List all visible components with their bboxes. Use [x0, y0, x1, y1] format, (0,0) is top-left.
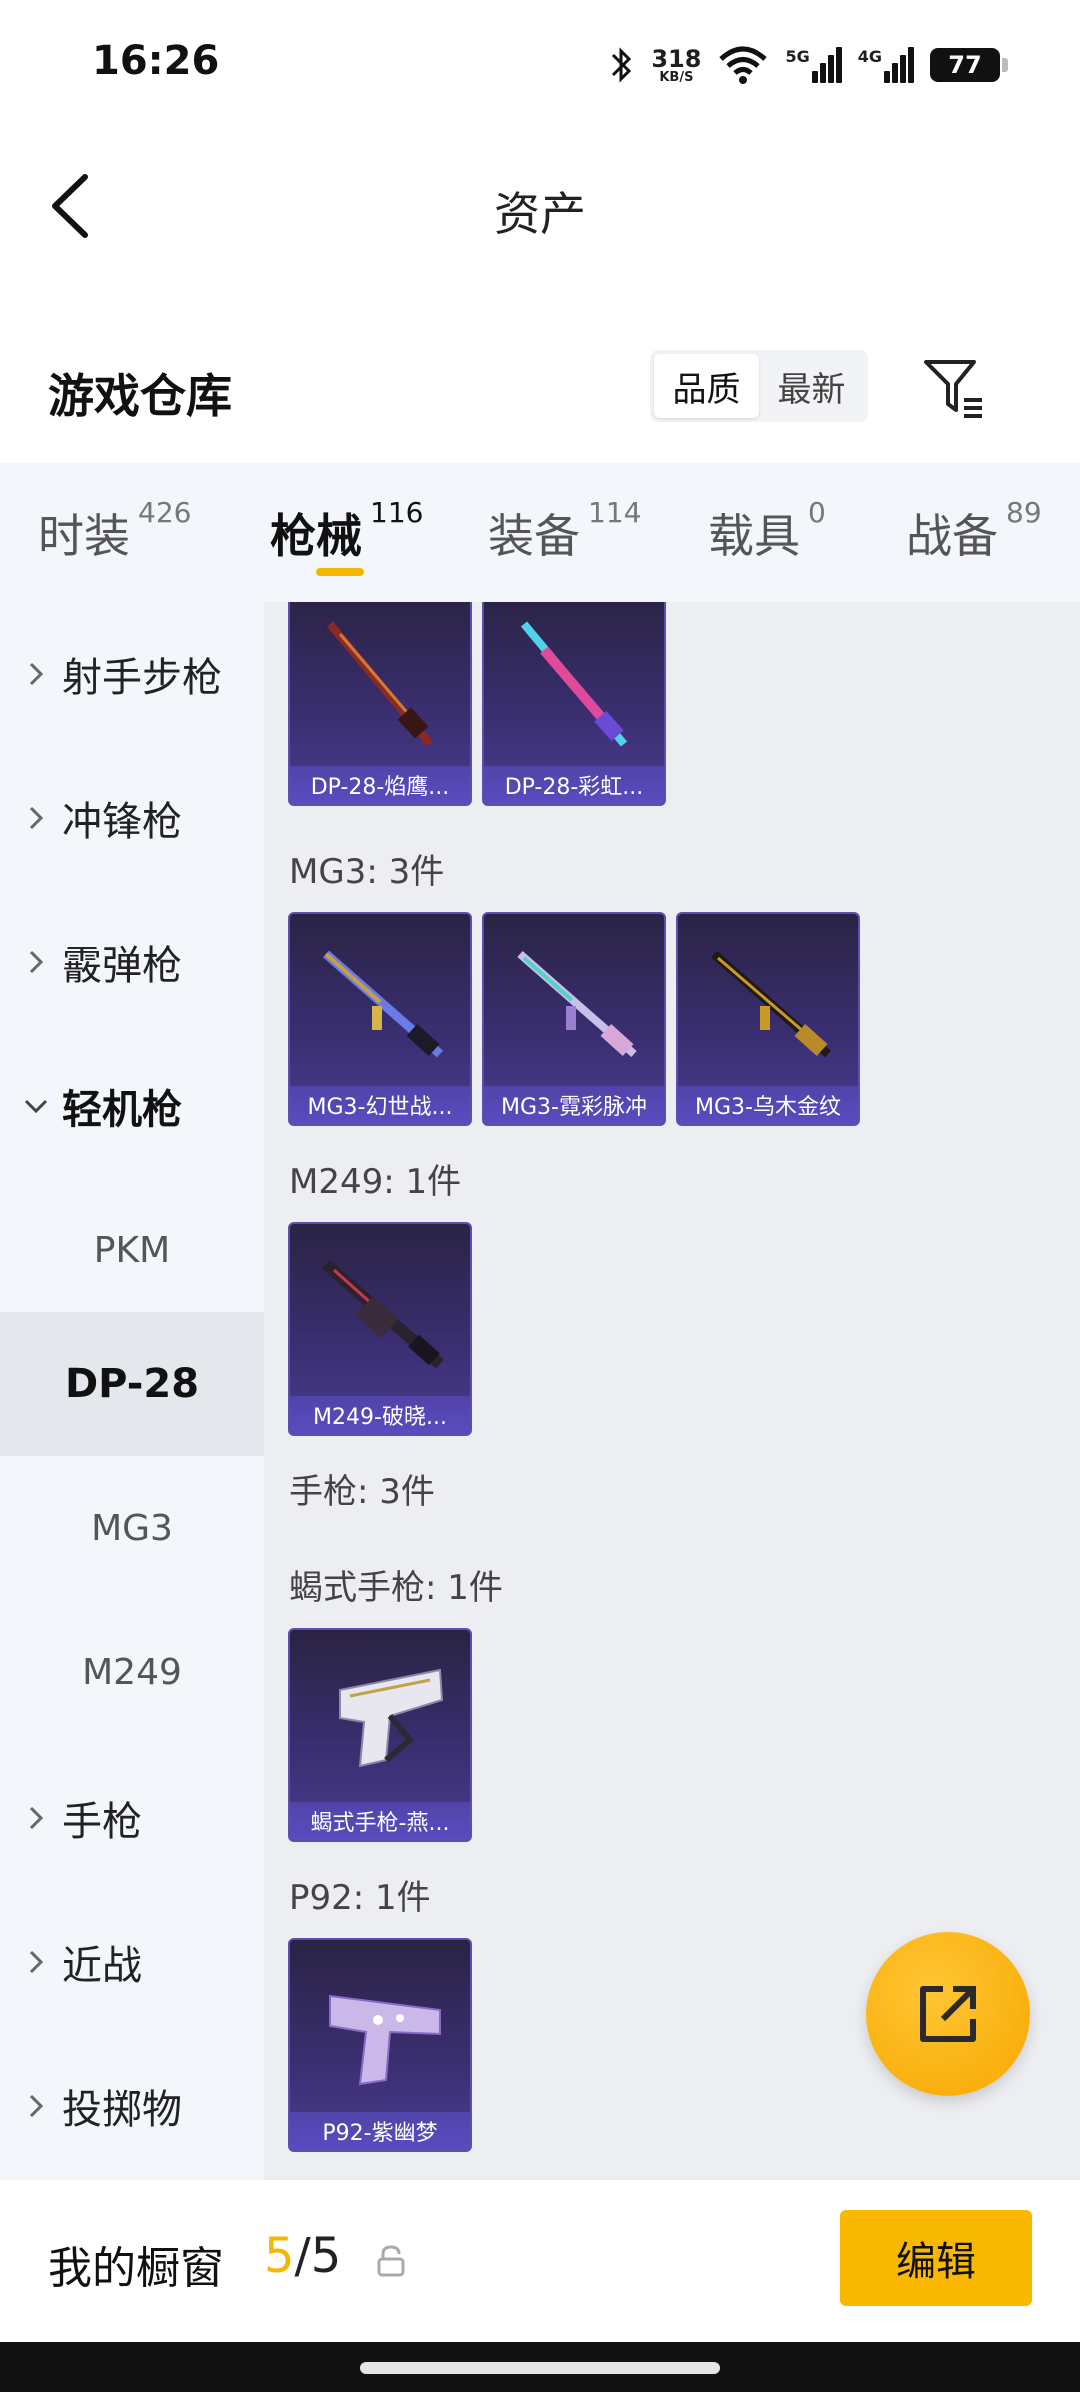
tab-supplies[interactable]: 战备 89 — [906, 496, 1042, 566]
chevron-right-icon — [29, 950, 44, 974]
item-card[interactable]: MG3-幻世战... — [288, 912, 472, 1126]
sort-newest-option[interactable]: 最新 — [759, 354, 864, 418]
tab-firearms[interactable]: 枪械 116 — [270, 496, 423, 566]
sidebar-item-melee[interactable]: 近战 — [0, 1890, 264, 2034]
machine-gun-icon — [322, 1259, 444, 1369]
signal-4g-icon: 4G — [858, 47, 914, 83]
group-label-p92: P92: 1件 — [289, 1878, 431, 1918]
sidebar-item-throwables[interactable]: 投掷物 — [0, 2034, 264, 2178]
item-card[interactable]: DP-28-焰鹰... — [288, 602, 472, 806]
tab-equipment[interactable]: 装备 114 — [488, 496, 641, 566]
sidebar-item-shotgun[interactable]: 霰弹枪 — [0, 890, 264, 1034]
warehouse-title: 游戏仓库 — [48, 369, 232, 423]
tab-fashion[interactable]: 时装 426 — [38, 496, 191, 566]
group-label-m249: M249: 1件 — [289, 1162, 462, 1202]
bottom-bar: 我的橱窗 5/5 编辑 — [0, 2180, 1080, 2342]
page-title: 资产 — [494, 187, 586, 241]
chevron-right-icon — [29, 662, 44, 686]
app-header: 资产 — [0, 130, 1080, 280]
chevron-right-icon — [29, 806, 44, 830]
item-card[interactable]: P92-紫幽梦 — [288, 1938, 472, 2152]
net-speed: 318 KB/S — [651, 44, 702, 85]
chevron-right-icon — [29, 1950, 44, 1974]
chevron-right-icon — [29, 2094, 44, 2118]
showcase-count: 5/5 — [264, 2228, 342, 2284]
my-window-label: 我的橱窗 — [48, 2243, 224, 2294]
item-card[interactable]: 蝎式手枪-燕... — [288, 1628, 472, 1842]
machine-gun-icon — [711, 950, 831, 1058]
sidebar-item-marksman-rifle[interactable]: 射手步枪 — [0, 602, 264, 746]
category-sidebar: 射手步枪 冲锋枪 霰弹枪 轻机枪 PKM DP-28 MG3 M249 手枪 近… — [0, 602, 264, 2180]
battery-icon: 77 — [930, 48, 1008, 82]
tab-vehicles[interactable]: 载具 0 — [708, 496, 826, 566]
status-icons: 318 KB/S 5G 4G 77 — [609, 40, 1008, 90]
machine-gun-icon — [323, 950, 443, 1058]
pistol-icon — [339, 1668, 444, 1768]
status-time: 16:26 — [92, 38, 220, 84]
sort-toggle: 品质 最新 — [650, 350, 868, 422]
active-tab-indicator — [316, 568, 364, 576]
home-indicator[interactable] — [360, 2362, 720, 2374]
chevron-right-icon — [29, 1806, 44, 1830]
sort-quality-option[interactable]: 品质 — [654, 354, 759, 418]
item-card[interactable]: MG3-乌木金纹 — [676, 912, 860, 1126]
sidebar-sub-dp28[interactable]: DP-28 — [0, 1312, 264, 1456]
sidebar-sub-pkm[interactable]: PKM — [0, 1178, 264, 1322]
signal-5g-icon: 5G — [785, 47, 842, 83]
category-tabs: 时装 426 枪械 116 装备 114 载具 0 战备 89 — [0, 462, 1080, 602]
bluetooth-icon — [612, 47, 632, 83]
sidebar-item-pistol[interactable]: 手枪 — [0, 1746, 264, 1890]
machine-gun-icon — [517, 950, 637, 1058]
sidebar-item-lmg[interactable]: 轻机枪 — [0, 1034, 264, 1178]
item-card[interactable]: MG3-霓彩脉冲 — [482, 912, 666, 1126]
share-icon — [920, 1986, 976, 2042]
filter-icon — [924, 360, 982, 418]
chevron-down-icon — [24, 1099, 48, 1114]
group-label-pistols: 手枪: 3件 — [289, 1472, 435, 1512]
rifle-icon — [326, 621, 434, 747]
wifi-icon — [719, 46, 768, 84]
group-label-mg3: MG3: 3件 — [289, 852, 445, 892]
filter-button[interactable] — [920, 354, 986, 420]
sidebar-sub-mg3[interactable]: MG3 — [0, 1456, 264, 1600]
share-fab-button[interactable] — [866, 1932, 1030, 2096]
item-card[interactable]: DP-28-彩虹... — [482, 602, 666, 806]
sidebar-item-smg[interactable]: 冲锋枪 — [0, 746, 264, 890]
rifle-icon — [520, 621, 628, 747]
sidebar-sub-m249[interactable]: M249 — [0, 1600, 264, 1744]
system-nav-bar — [0, 2342, 1080, 2392]
group-label-scorpion: 蝎式手枪: 1件 — [289, 1568, 503, 1608]
status-bar: 16:26 318 KB/S 5G 4G 77 — [0, 0, 1080, 130]
edit-button[interactable]: 编辑 — [840, 2210, 1032, 2306]
pistol-icon — [329, 1994, 441, 2086]
lock-icon — [377, 2245, 405, 2277]
item-card[interactable]: M249-破晓... — [288, 1222, 472, 1436]
